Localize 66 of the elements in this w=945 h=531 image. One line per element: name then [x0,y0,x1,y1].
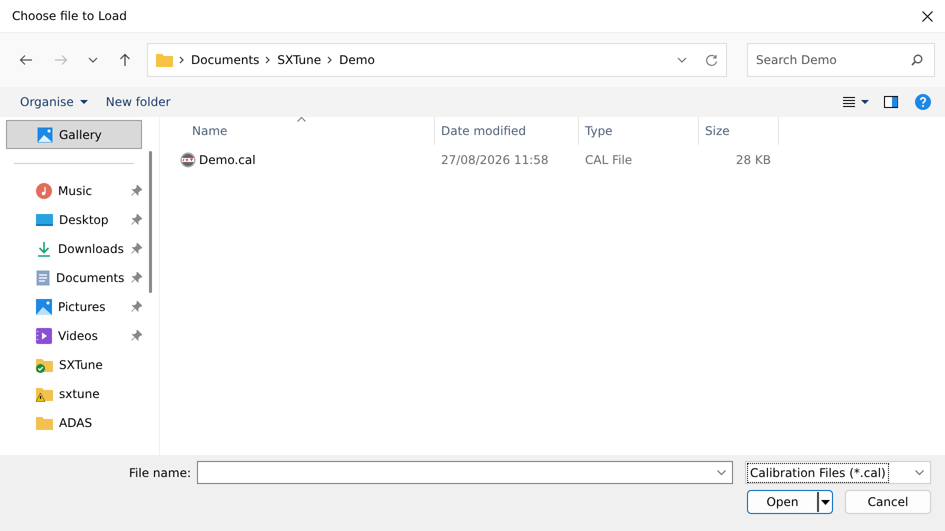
sidebar-item[interactable]: Videos [0,321,150,350]
pin-icon [131,243,142,254]
sidebar-item[interactable]: Downloads [0,234,150,263]
picture-icon [37,126,53,142]
refresh-icon[interactable] [705,54,718,66]
chevron-icon [265,56,272,64]
music-icon [36,182,52,198]
chevron-down-icon [88,57,98,63]
file-name-label: File name: [129,464,191,482]
address-bar[interactable]: Documents SXTune Demo [147,43,727,77]
folder-icon [156,54,173,66]
sidebar-item[interactable]: Music [0,176,150,205]
window-title: Choose file to Load [12,8,127,25]
file-type-cell-text: CAL File [584,152,634,169]
open-button[interactable]: Open [747,490,833,514]
sort-up-icon [297,117,306,122]
scrollbar[interactable] [149,151,152,293]
sidebar-item[interactable]: Pictures [0,292,150,321]
pin-icon [131,214,142,225]
caret-icon [861,100,869,104]
chevron-icon [179,56,185,64]
list-view-icon [843,97,855,107]
close-icon [922,10,932,22]
preview-pane-icon [884,96,898,108]
sidebar-item[interactable]: ADAS [0,408,150,437]
breadcrumb-item[interactable]: Documents [191,51,260,69]
desktop-icon [36,212,53,226]
download-icon [36,240,52,256]
new-folder-button[interactable]: New folder [106,91,171,113]
picture-icon [36,298,52,314]
pin-icon [131,185,142,196]
file-name[interactable]: Demo.cal [199,151,256,169]
sidebar-item[interactable]: Desktop [0,205,150,234]
breadcrumb-item[interactable]: SXTune [277,51,322,69]
sidebar-item[interactable]: SXTune [0,350,150,379]
search-field[interactable]: Search Demo [747,43,935,77]
help-icon [915,94,931,110]
chevron-down-icon[interactable] [677,57,687,63]
caret-icon [821,500,830,504]
file-size-cell-text: 28 KB [734,152,772,169]
search-icon [911,54,923,66]
date-modified-cell-text: 27/08/2026 11:58 [440,152,550,169]
sidebar-item[interactable]: sxtune [0,379,150,408]
file-icon [180,152,196,168]
pin-icon [131,301,142,312]
back-arrow-icon [19,54,33,66]
document-icon [36,270,50,286]
warning-folder-icon [36,386,53,402]
chevron-icon [327,56,334,64]
sidebar-item[interactable]: Documents [0,263,150,292]
caret-icon [80,100,88,104]
synced-folder-icon [36,356,53,372]
pin-icon [131,272,142,283]
up-arrow-icon [119,53,131,67]
pin-icon [131,330,142,341]
video-icon [36,328,52,344]
organise-menu[interactable]: Organise [20,91,88,113]
sidebar-item[interactable]: Gallery [6,120,142,149]
file-name-field[interactable] [197,461,733,484]
folder-icon [36,416,53,430]
forward-arrow-icon [54,54,68,66]
file-type-dropdown[interactable]: Calibration Files (*.cal) [745,461,931,484]
breadcrumb-item[interactable]: Demo [339,51,375,69]
cancel-button[interactable]: Cancel [845,490,931,514]
chevron-down-icon [717,470,726,475]
chevron-down-icon [915,470,924,475]
